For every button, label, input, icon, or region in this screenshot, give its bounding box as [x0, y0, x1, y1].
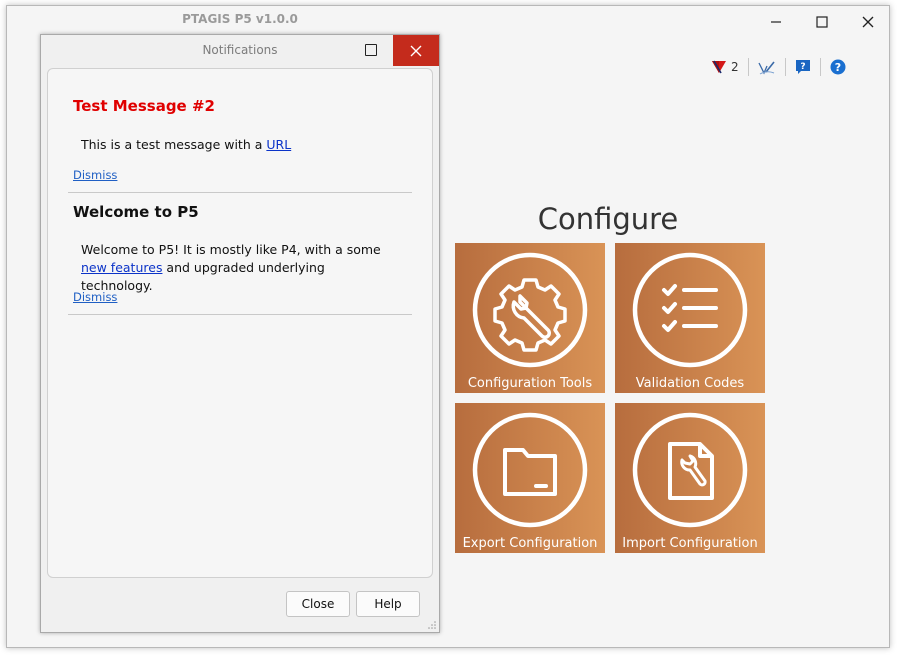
notifications-dialog: Notifications Test Message #2 This is a … [40, 34, 440, 633]
toolbar-divider [819, 58, 821, 76]
dialog-close-button[interactable] [393, 35, 439, 66]
dialog-title: Notifications [202, 43, 278, 57]
svg-text:?: ? [834, 61, 840, 74]
notifications-button[interactable]: 2 [711, 59, 739, 75]
close-icon [862, 16, 874, 28]
message-link[interactable]: URL [266, 137, 291, 152]
tile-label: Import Configuration [622, 536, 758, 551]
signature-pen-icon [758, 61, 775, 75]
app-title: PTAGIS P5 v1.0.0 [182, 12, 298, 26]
tile-label: Export Configuration [462, 536, 598, 551]
message-title: Test Message #2 [73, 97, 215, 115]
message-divider [68, 314, 412, 315]
minimize-icon [771, 21, 781, 23]
toolbar-icons: 2 ? ? [711, 58, 846, 76]
feedback-button[interactable]: ? [795, 59, 811, 75]
close-window-button[interactable] [845, 8, 891, 36]
export-configuration-tile[interactable]: Export Configuration [455, 403, 605, 553]
resize-grip-icon[interactable] [428, 621, 436, 629]
tile-label: Validation Codes [635, 376, 745, 391]
gear-wrench-icon [472, 252, 588, 368]
maximize-icon [816, 16, 828, 28]
import-configuration-tile[interactable]: Import Configuration [615, 403, 765, 553]
question-bubble-icon: ? [795, 60, 810, 74]
sign-button[interactable] [758, 59, 776, 75]
dismiss-link[interactable]: Dismiss [73, 290, 117, 304]
dismiss-link[interactable]: Dismiss [73, 168, 117, 182]
message-body: This is a test message with a URL [81, 136, 399, 154]
help-button[interactable]: ? [830, 59, 846, 75]
message-text: Welcome to P5! It is mostly like P4, wit… [81, 242, 381, 257]
folder-icon [472, 412, 588, 528]
svg-text:?: ? [800, 62, 805, 72]
configure-heading: Configure [537, 202, 679, 236]
help-circle-icon: ? [830, 59, 846, 75]
message-text: This is a test message with a [81, 137, 267, 152]
tile-label: Configuration Tools [467, 376, 593, 391]
notification-count: 2 [731, 60, 739, 74]
close-icon [410, 45, 422, 56]
dialog-maximize-button[interactable] [365, 44, 377, 56]
help-button[interactable]: Help [356, 591, 420, 617]
flag-icon [712, 60, 726, 74]
message-divider [68, 192, 412, 193]
checklist-icon [632, 252, 748, 368]
minimize-button[interactable] [753, 8, 799, 36]
notifications-list: Test Message #2 This is a test message w… [47, 68, 433, 578]
close-button[interactable]: Close [286, 591, 350, 617]
toolbar-divider [784, 58, 786, 76]
message-title: Welcome to P5 [73, 203, 199, 221]
maximize-button[interactable] [799, 8, 845, 36]
message-body: Welcome to P5! It is mostly like P4, wit… [81, 241, 399, 295]
toolbar-divider [747, 58, 749, 76]
configuration-tools-tile[interactable]: Configuration Tools [455, 243, 605, 393]
message-link[interactable]: new features [81, 260, 162, 275]
document-wrench-icon [632, 412, 748, 528]
validation-codes-tile[interactable]: Validation Codes [615, 243, 765, 393]
